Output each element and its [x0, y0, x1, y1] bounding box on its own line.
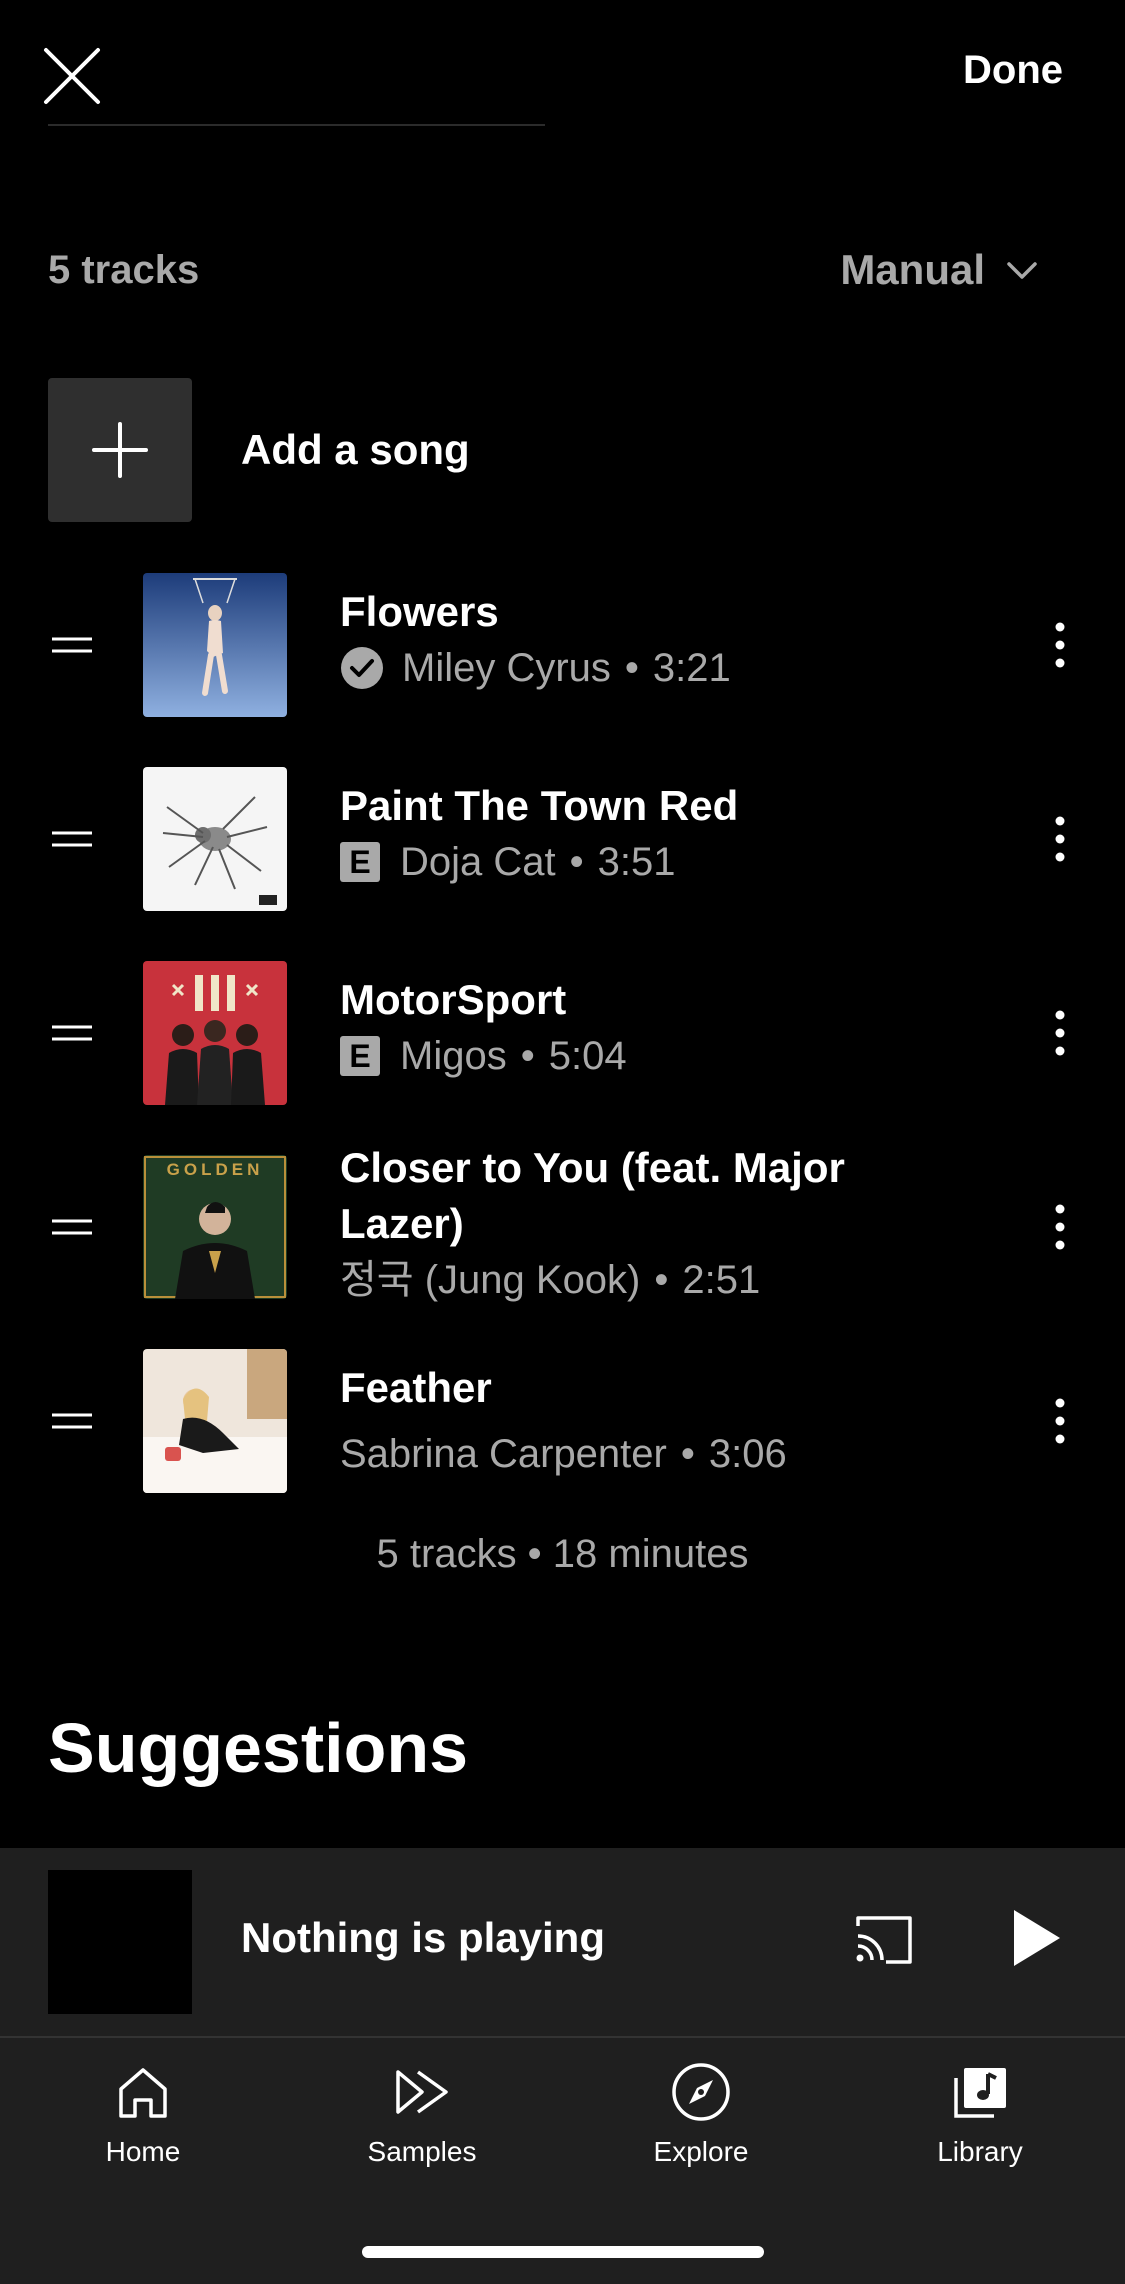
mini-player[interactable]: Nothing is playing — [0, 1848, 1125, 2038]
track-meta: E Migos • 5:04 — [340, 1030, 627, 1082]
suggestions-heading: Suggestions — [48, 1709, 469, 1787]
more-options-icon[interactable] — [1040, 1197, 1080, 1257]
playlist-title-underline — [48, 124, 545, 126]
track-row[interactable]: Paint The Town Red E Doja Cat • 3:51 — [0, 744, 1125, 934]
close-icon — [44, 48, 100, 104]
album-art — [143, 961, 287, 1105]
home-indicator — [362, 2246, 764, 2258]
done-button[interactable]: Done — [963, 44, 1063, 96]
more-options-icon[interactable] — [1040, 809, 1080, 869]
nav-label: Home — [105, 2136, 181, 2167]
track-row[interactable]: MotorSport E Migos • 5:04 — [0, 938, 1125, 1128]
more-options-icon[interactable] — [1040, 1003, 1080, 1063]
track-count: 5 tracks — [48, 248, 200, 292]
home-icon — [113, 2062, 173, 2122]
track-title: Closer to You (feat. Major Lazer) — [340, 1144, 845, 1247]
track-row[interactable]: Flowers Miley Cyrus • 3:21 — [0, 550, 1125, 740]
nav-item-samples[interactable]: Samples — [312, 2062, 532, 2192]
add-song-label[interactable]: Add a song — [241, 422, 470, 478]
track-artist: Migos — [400, 1034, 507, 1078]
track-duration: 3:51 — [597, 840, 676, 884]
library-icon — [950, 2062, 1010, 2122]
playlist-summary: 5 tracks • 18 minutes — [376, 1532, 749, 1576]
track-artist: Doja Cat — [400, 840, 556, 884]
samples-icon — [392, 2062, 452, 2122]
track-artist: Sabrina Carpenter — [340, 1432, 667, 1476]
track-title: MotorSport — [340, 976, 567, 1023]
track-meta: Miley Cyrus • 3:21 — [340, 642, 731, 694]
album-art-text: GOLDEN — [167, 1160, 264, 1179]
track-title: Feather — [340, 1364, 492, 1411]
meta-separator: • — [654, 1258, 669, 1302]
play-button[interactable] — [1008, 1906, 1064, 1970]
nav-label: Explore — [653, 2136, 749, 2167]
track-row[interactable]: Feather Sabrina Carpenter • 3:06 — [0, 1326, 1125, 1516]
drag-handle-icon[interactable] — [48, 824, 96, 854]
drag-handle-icon[interactable] — [48, 1212, 96, 1242]
album-art — [143, 573, 287, 717]
explicit-badge: E — [340, 1036, 380, 1076]
album-art — [143, 1349, 287, 1493]
album-art — [143, 767, 287, 911]
track-artist: 정국 (Jung Kook) — [340, 1258, 641, 1302]
meta-separator: • — [569, 840, 584, 884]
nav-item-library[interactable]: Library — [870, 2062, 1090, 2192]
close-button[interactable] — [40, 44, 104, 108]
chevron-down-icon[interactable] — [1005, 256, 1039, 284]
cast-button[interactable] — [852, 1910, 916, 1970]
track-title: Paint The Town Red — [340, 782, 739, 829]
track-duration: 3:21 — [652, 646, 731, 690]
verified-check-icon — [341, 647, 383, 689]
cast-icon — [856, 1916, 912, 1964]
track-duration: 2:51 — [682, 1258, 761, 1302]
album-art: GOLDEN — [143, 1155, 287, 1299]
track-title: Flowers — [340, 588, 499, 635]
drag-handle-icon[interactable] — [48, 1018, 96, 1048]
now-playing-status: Nothing is playing — [241, 1914, 605, 1961]
meta-separator: • — [680, 1432, 695, 1476]
explore-icon — [671, 2062, 731, 2122]
explicit-badge: E — [340, 842, 380, 882]
add-song-tile[interactable] — [48, 378, 192, 522]
track-meta: E Doja Cat • 3:51 — [340, 836, 676, 888]
play-icon — [1014, 1910, 1060, 1966]
track-artist: Miley Cyrus — [402, 646, 611, 690]
drag-handle-icon[interactable] — [48, 630, 96, 660]
more-options-icon[interactable] — [1040, 1391, 1080, 1451]
meta-separator: • — [624, 646, 639, 690]
meta-separator: • — [520, 1034, 535, 1078]
track-meta: Sabrina Carpenter • 3:06 — [340, 1428, 787, 1480]
track-meta: 정국 (Jung Kook) • 2:51 — [340, 1254, 760, 1306]
nav-item-home[interactable]: Home — [33, 2062, 253, 2192]
more-options-icon[interactable] — [1040, 615, 1080, 675]
mini-player-thumbnail — [48, 1870, 192, 2014]
track-duration: 5:04 — [548, 1034, 627, 1078]
plus-icon — [92, 422, 148, 478]
track-row[interactable]: GOLDEN Closer to You (feat. Major Lazer)… — [0, 1132, 1125, 1332]
nav-label: Samples — [367, 2136, 477, 2167]
drag-handle-icon[interactable] — [48, 1406, 96, 1436]
nav-label: Library — [937, 2136, 1023, 2167]
nav-item-explore[interactable]: Explore — [591, 2062, 811, 2192]
track-duration: 3:06 — [708, 1432, 787, 1476]
sort-dropdown[interactable]: Manual — [840, 244, 985, 296]
